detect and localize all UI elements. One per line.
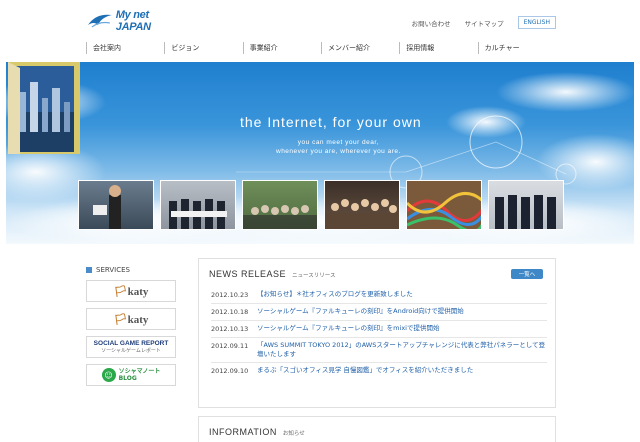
contact-link[interactable]: お問い合わせ: [412, 18, 451, 28]
news-title: NEWS RELEASE: [209, 269, 287, 279]
news-link[interactable]: まるぶ「スゴいオフィス見学 自慢図鑑」でオフィスを紹介いただきました: [257, 366, 473, 375]
news-link[interactable]: 【お知らせ】＊社オフィスのブログを更新致しました: [257, 290, 413, 299]
news-heading: NEWS RELEASE ニュースリリース: [209, 269, 335, 279]
information-panel: INFORMATION お知らせ: [198, 416, 556, 442]
logo-bird-icon: [87, 14, 112, 28]
list-item: 2012.09.10 まるぶ「スゴいオフィス見学 自慢図鑑」でオフィスを紹介いた…: [211, 363, 547, 380]
service-banner-social-game-report[interactable]: SOCIAL GAME REPORT ソーシャルゲームレポート: [86, 336, 176, 358]
hero-banner: the Internet, for your own you can meet …: [6, 62, 634, 244]
photo-colorful-cables: [406, 180, 482, 230]
site-logo[interactable]: My net JAPAN: [86, 9, 186, 33]
global-nav: 会社案内 ビジョン 事業紹介 メンバー紹介 採用情報 カルチャー: [86, 42, 556, 54]
hero-subline-2: whenever you are, wherever you are.: [276, 148, 401, 155]
photo-outdoor-group: [242, 180, 318, 230]
hero-subline-1: you can meet your dear,: [297, 139, 380, 146]
photo-business-team: [488, 180, 564, 230]
hero-subline: you can meet your dear, whenever you are…: [276, 138, 401, 156]
photo-party-group: [324, 180, 400, 230]
news-date: 2012.10.23: [211, 291, 249, 299]
nav-item-recruit[interactable]: 採用情報: [399, 42, 477, 54]
services-sidebar: SERVICES 🏳katy 🏳katy SOCIAL GAME REPORT …: [86, 266, 178, 392]
square-bullet-icon: [86, 267, 92, 273]
news-date: 2012.09.11: [211, 342, 249, 350]
info-subtitle: お知らせ: [282, 431, 305, 437]
english-link[interactable]: ENGLISH: [517, 16, 556, 29]
service-banner-katy-2[interactable]: 🏳katy: [86, 308, 176, 330]
smile-icon: ☺: [101, 368, 116, 382]
news-link[interactable]: ソーシャルゲーム『ファルキューレの刻印』をAndroid向けで提供開始: [257, 307, 464, 316]
logo-text: My net JAPAN: [115, 9, 151, 33]
katy-logo: 🏳katy: [113, 313, 149, 326]
list-item: 2012.10.23 【お知らせ】＊社オフィスのブログを更新致しました: [211, 287, 547, 304]
list-item: 2012.10.13 ソーシャルゲーム『ファルキューレの刻印』をmixiで提供開…: [211, 321, 547, 338]
news-date: 2012.10.13: [211, 325, 249, 333]
news-subtitle: ニュースリリース: [292, 273, 336, 279]
news-date: 2012.10.18: [211, 308, 249, 316]
services-title: SERVICES: [96, 266, 130, 274]
nav-item-members[interactable]: メンバー紹介: [320, 42, 399, 54]
photo-member-portrait: [78, 180, 154, 230]
service-banner-katy-1[interactable]: 🏳katy: [86, 280, 176, 302]
nav-item-company[interactable]: 会社案内: [86, 42, 164, 54]
list-item: 2012.10.18 ソーシャルゲーム『ファルキューレの刻印』をAndroid向…: [211, 304, 547, 321]
service-banner-blog[interactable]: ☺ ソシャマノート BLOG: [86, 364, 176, 386]
list-item: 2012.09.11 「AWS SUMMIT TOKYO 2012」のAWSスタ…: [211, 338, 547, 363]
photo-award-group: [160, 180, 236, 230]
sgr-title: SOCIAL GAME REPORT: [93, 340, 169, 347]
info-heading: INFORMATION お知らせ: [209, 427, 305, 437]
news-list: 2012.10.23 【お知らせ】＊社オフィスのブログを更新致しました 2012…: [211, 287, 547, 380]
sitemap-link[interactable]: サイトマップ: [465, 18, 504, 28]
news-link[interactable]: 「AWS SUMMIT TOKYO 2012」のAWSスタートアップチャレンジに…: [257, 341, 547, 359]
hero-tagline: the Internet, for your own: [240, 114, 422, 130]
sgr-subtitle: ソーシャルゲームレポート: [101, 348, 161, 354]
blog-text: ソシャマノート BLOG: [118, 368, 161, 382]
photo-strip: [78, 180, 564, 230]
services-heading: SERVICES: [86, 266, 178, 274]
utility-links: お問い合わせ サイトマップ ENGLISH: [412, 16, 556, 29]
nav-item-culture[interactable]: カルチャー: [477, 42, 556, 54]
news-list-button[interactable]: 一覧へ: [511, 269, 543, 279]
nav-item-business[interactable]: 事業紹介: [242, 42, 321, 54]
news-release-panel: NEWS RELEASE ニュースリリース 一覧へ 2012.10.23 【お知…: [198, 258, 556, 408]
katy-logo: 🏳katy: [113, 285, 149, 298]
site-header: My net JAPAN お問い合わせ サイトマップ ENGLISH 会社案内 …: [0, 0, 640, 62]
nav-item-vision[interactable]: ビジョン: [164, 42, 242, 54]
news-link[interactable]: ソーシャルゲーム『ファルキューレの刻印』をmixiで提供開始: [257, 324, 439, 333]
door-city-graphic: [8, 62, 80, 154]
news-date: 2012.09.10: [211, 367, 249, 375]
info-title: INFORMATION: [209, 427, 277, 437]
